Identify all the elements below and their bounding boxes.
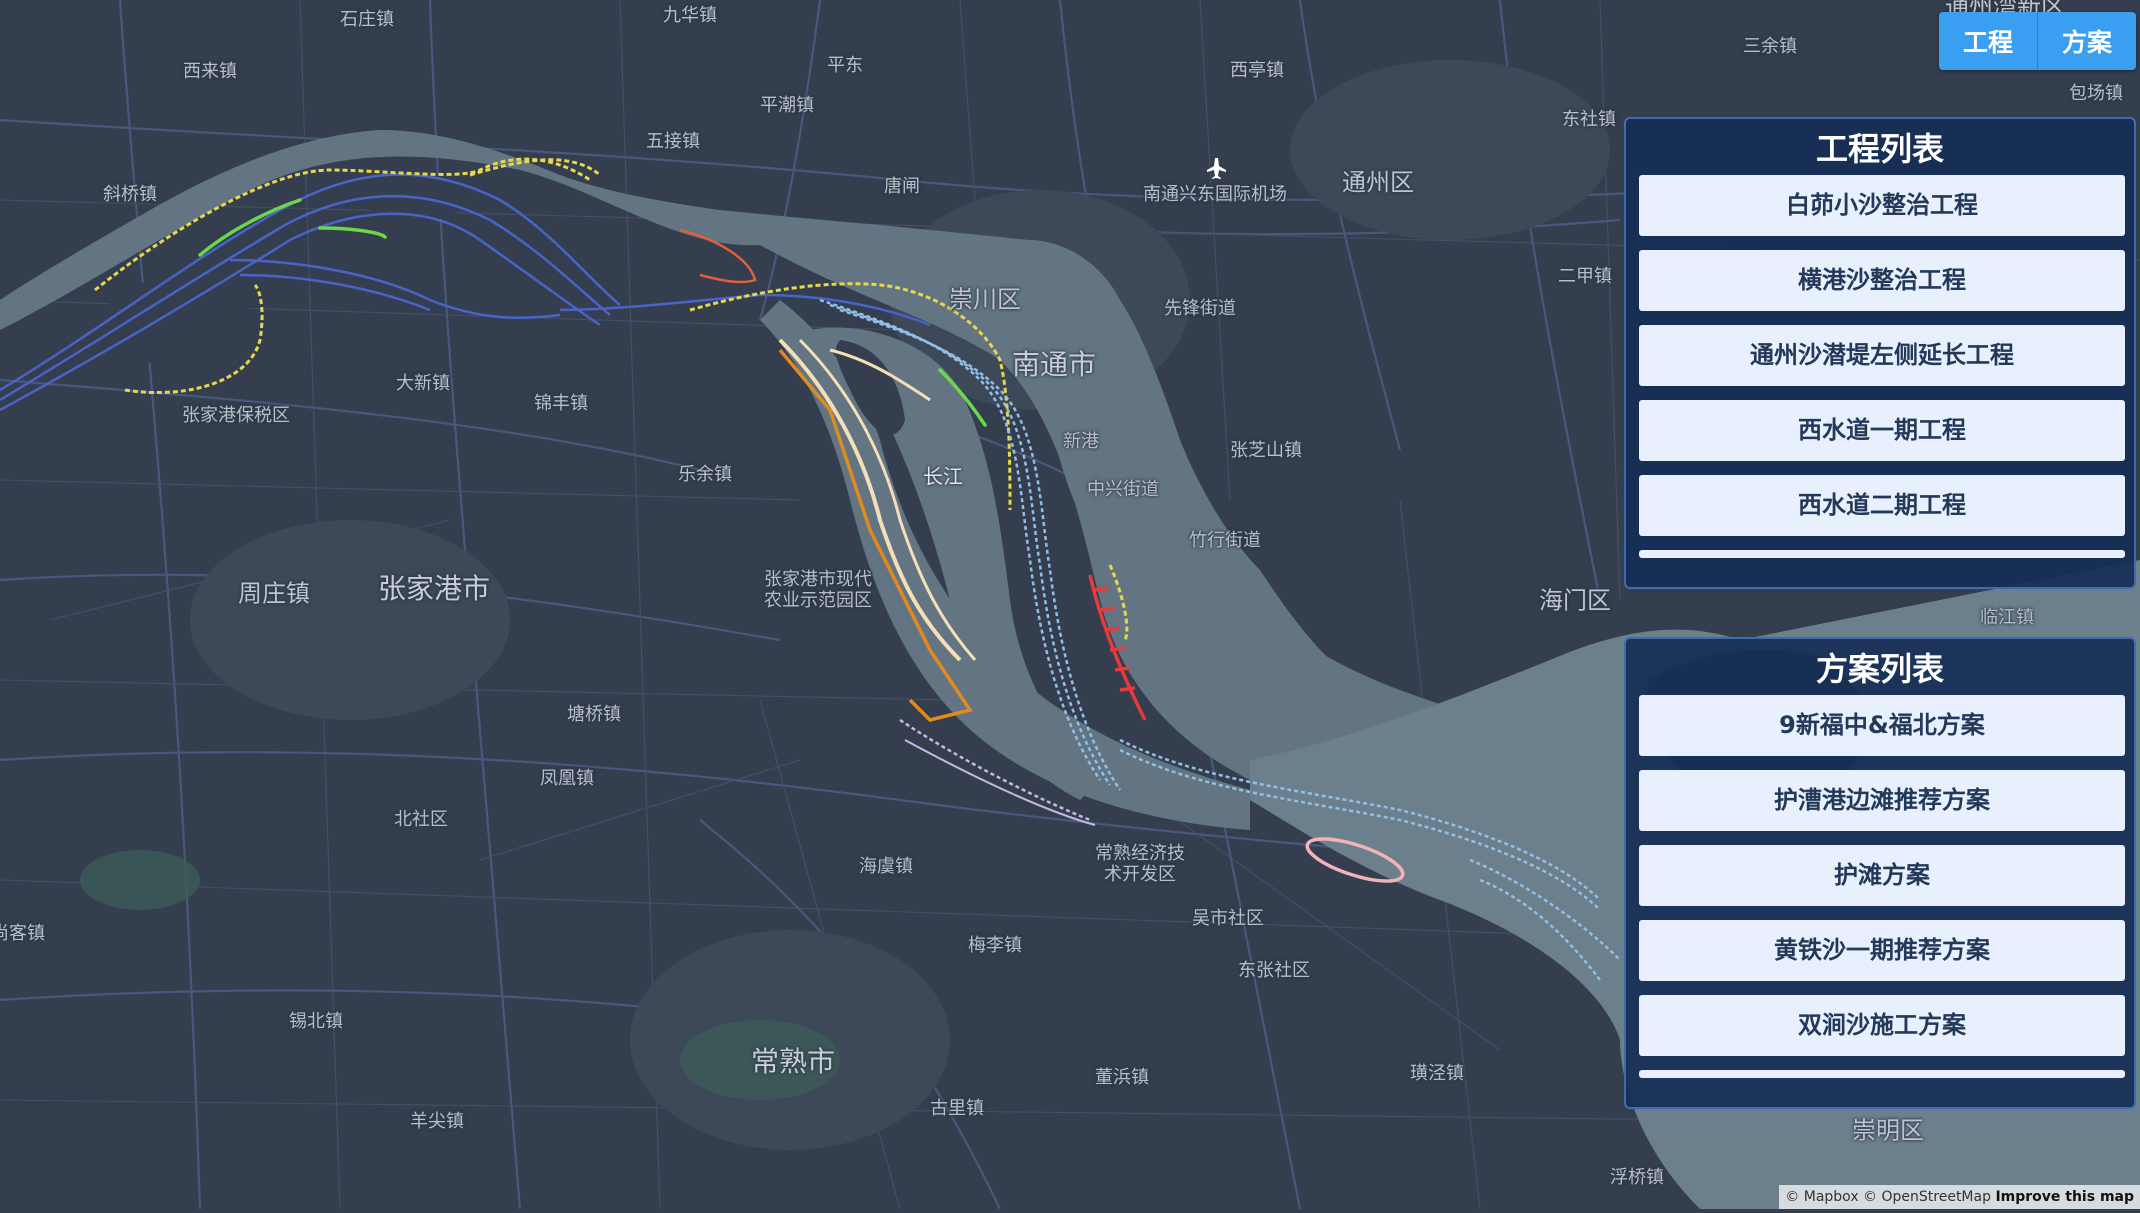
label-zhangjiagangshi: 张家港市 xyxy=(377,572,491,605)
label-haimenqu: 海门区 xyxy=(1539,586,1611,615)
label-zjg-agri-line2: 农业示范园区 xyxy=(764,590,872,611)
label-tangqiao: 塘桥镇 xyxy=(567,704,621,725)
label-zhongxing: 中兴街道 xyxy=(1087,479,1159,500)
engineering-toggle-button[interactable]: 工程 xyxy=(1939,12,2037,70)
label-chongchuanqu: 崇川区 xyxy=(949,285,1021,314)
label-xieqiao: 斜桥镇 xyxy=(103,184,157,205)
label-fuqiao: 浮桥镇 xyxy=(1610,1167,1664,1188)
label-tongzhouqu: 通州区 xyxy=(1342,168,1414,197)
label-wushi: 吴市社区 xyxy=(1192,908,1264,929)
label-guli: 古里镇 xyxy=(930,1098,984,1119)
label-beishe: 北社区 xyxy=(394,809,448,830)
engineering-list-title: 工程列表 xyxy=(1815,130,1944,168)
attribution-text[interactable]: © Mapbox © OpenStreetMap xyxy=(1785,1189,1991,1205)
label-tangzha: 唐闸 xyxy=(884,176,920,197)
label-xilai: 西来镇 xyxy=(183,61,237,82)
mode-toggle: 工程 方案 xyxy=(1939,12,2136,70)
label-zhangzhishan: 张芝山镇 xyxy=(1230,440,1302,461)
engineering-item[interactable]: 横港沙整治工程 xyxy=(1639,250,2125,311)
label-zjg-agri-park: 张家港市现代 农业示范园区 xyxy=(764,569,872,611)
label-erjia: 二甲镇 xyxy=(1558,266,1612,287)
plan-list-title: 方案列表 xyxy=(1815,650,1944,688)
label-linjiang: 临江镇 xyxy=(1980,607,2034,628)
label-yangjian: 羊尖镇 xyxy=(410,1111,464,1132)
label-xiting: 西亭镇 xyxy=(1230,60,1284,81)
engineering-item[interactable]: 西水道二期工程 xyxy=(1639,475,2125,536)
plan-item[interactable]: 护滩方案 xyxy=(1639,845,2125,906)
label-nantongshi: 南通市 xyxy=(1011,348,1097,381)
label-dongbin: 董浜镇 xyxy=(1095,1067,1149,1088)
engineering-item[interactable]: 西水道一期工程 xyxy=(1639,400,2125,461)
label-airport: 南通兴东国际机场 xyxy=(1143,184,1287,205)
label-jinfeng: 锦丰镇 xyxy=(534,393,588,414)
engineering-item-partial[interactable] xyxy=(1639,550,2125,558)
label-pingdong: 平东 xyxy=(827,55,863,76)
label-zjgbaoshuiqu: 张家港保税区 xyxy=(182,405,290,426)
label-chongmingqu: 崇明区 xyxy=(1852,1116,1924,1145)
label-dongbang: 东张社区 xyxy=(1238,960,1310,981)
engineering-item[interactable]: 白茆小沙整治工程 xyxy=(1639,175,2125,236)
improve-map-link[interactable]: Improve this map xyxy=(1995,1189,2134,1205)
plan-item[interactable]: 9新福中&福北方案 xyxy=(1639,695,2125,756)
label-shizhuang: 石庄镇 xyxy=(340,9,394,30)
label-fenghuang: 凤凰镇 xyxy=(540,768,594,789)
label-jiuhua: 九华镇 xyxy=(663,5,717,26)
label-meili: 梅李镇 xyxy=(968,935,1022,956)
engineering-item[interactable]: 通州沙潜堤左侧延长工程 xyxy=(1639,325,2125,386)
label-wujie: 五接镇 xyxy=(646,131,700,152)
label-pingchao: 平潮镇 xyxy=(760,95,814,116)
label-leyu: 乐余镇 xyxy=(678,464,732,485)
engineering-list[interactable]: 白茆小沙整治工程 横港沙整治工程 通州沙潜堤左侧延长工程 西水道一期工程 西水道… xyxy=(1626,175,2134,558)
label-changjiang: 长江 xyxy=(923,464,963,489)
label-xibei: 锡北镇 xyxy=(289,1011,343,1032)
label-zhouzhuang: 周庄镇 xyxy=(238,579,310,608)
plan-list[interactable]: 9新福中&福北方案 护漕港边滩推荐方案 护滩方案 黄铁沙一期推荐方案 双涧沙施工… xyxy=(1626,695,2134,1078)
label-shangke: 尚客镇 xyxy=(0,923,45,944)
label-dongshe: 东社镇 xyxy=(1562,109,1616,130)
label-changshu-eco-line1: 常熟经济技 xyxy=(1095,843,1185,864)
label-daxin: 大新镇 xyxy=(396,373,450,394)
label-haiyu: 海虞镇 xyxy=(859,856,913,877)
plan-item[interactable]: 双涧沙施工方案 xyxy=(1639,995,2125,1056)
label-changshushi: 常熟市 xyxy=(750,1045,836,1078)
plan-item[interactable]: 黄铁沙一期推荐方案 xyxy=(1639,920,2125,981)
label-sanyu: 三余镇 xyxy=(1743,36,1797,57)
label-changshu-eco-zone: 常熟经济技 术开发区 xyxy=(1095,843,1185,885)
label-zjg-agri-line1: 张家港市现代 xyxy=(764,569,872,590)
plan-item-partial[interactable] xyxy=(1639,1070,2125,1078)
label-xingang: 新港 xyxy=(1063,431,1099,452)
label-xianfeng: 先锋街道 xyxy=(1164,298,1236,319)
label-zhuhang: 竹行街道 xyxy=(1189,530,1261,551)
label-changshu-eco-line2: 术开发区 xyxy=(1104,864,1176,885)
plan-list-panel: 方案列表 9新福中&福北方案 护漕港边滩推荐方案 护滩方案 黄铁沙一期推荐方案 … xyxy=(1624,637,2136,1109)
label-baochang: 包场镇 xyxy=(2069,83,2123,104)
plan-toggle-button[interactable]: 方案 xyxy=(2037,12,2136,70)
map-attribution: © Mapbox © OpenStreetMap Improve this ma… xyxy=(1779,1185,2140,1209)
label-xujing: 璜泾镇 xyxy=(1410,1063,1464,1084)
plan-item[interactable]: 护漕港边滩推荐方案 xyxy=(1639,770,2125,831)
engineering-list-panel: 工程列表 白茆小沙整治工程 横港沙整治工程 通州沙潜堤左侧延长工程 西水道一期工… xyxy=(1624,117,2136,589)
